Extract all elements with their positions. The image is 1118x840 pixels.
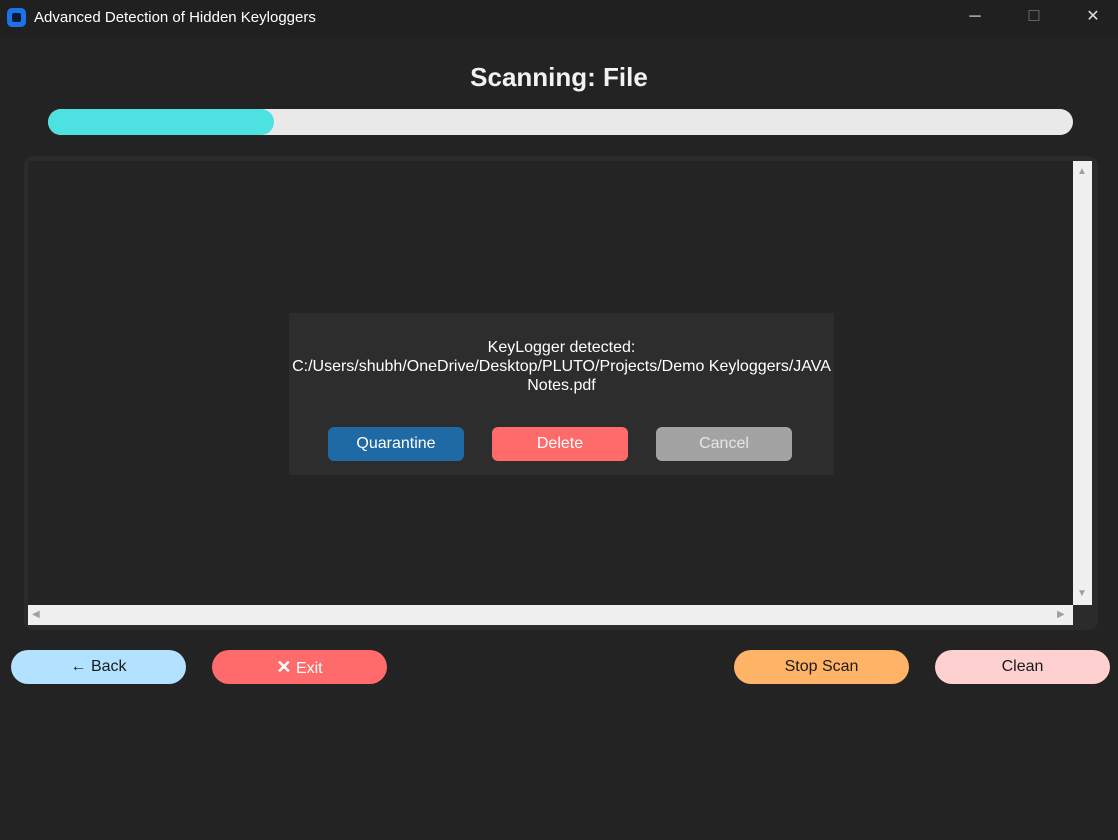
horizontal-scrollbar[interactable]: ◀ ▶	[28, 605, 1073, 625]
alert-message: KeyLogger detected: C:/Users/shubh/OneDr…	[289, 338, 834, 395]
exit-x-icon: ✕	[276, 657, 292, 677]
scroll-right-icon[interactable]: ▶	[1057, 609, 1065, 620]
scan-progress-bar	[48, 109, 1073, 135]
keylogger-alert-dialog: KeyLogger detected: C:/Users/shubh/OneDr…	[289, 313, 834, 475]
cancel-button[interactable]: Cancel	[656, 427, 792, 461]
delete-button[interactable]: Delete	[492, 427, 628, 461]
alert-file-name: Notes.pdf	[527, 377, 596, 394]
alert-file-path: C:/Users/shubh/OneDrive/Desktop/PLUTO/Pr…	[292, 358, 831, 375]
title-bar: Advanced Detection of Hidden Keyloggers …	[0, 0, 1118, 36]
progress-fill	[48, 109, 274, 135]
page-title: Scanning: File	[470, 62, 648, 92]
stop-scan-button[interactable]: Stop Scan	[734, 650, 909, 684]
minimize-icon[interactable]: ─	[946, 0, 1004, 36]
scroll-left-icon[interactable]: ◀	[32, 609, 40, 620]
app-icon	[7, 8, 26, 27]
exit-label: Exit	[295, 660, 323, 677]
exit-button[interactable]: ✕ Exit	[212, 650, 387, 684]
close-icon[interactable]: ✕	[1064, 0, 1118, 36]
clean-button[interactable]: Clean	[935, 650, 1110, 684]
scroll-up-icon[interactable]: ▲	[1077, 166, 1087, 177]
back-label: Back	[90, 658, 127, 675]
vertical-scrollbar[interactable]: ▲ ▼	[1073, 161, 1092, 605]
maximize-icon[interactable]: ☐	[1005, 0, 1063, 36]
alert-title: KeyLogger detected:	[487, 339, 636, 356]
quarantine-button[interactable]: Quarantine	[328, 427, 464, 461]
back-button[interactable]: ← Back	[11, 650, 186, 684]
scroll-down-icon[interactable]: ▼	[1077, 588, 1087, 599]
back-arrow-icon: ←	[70, 658, 87, 675]
window-title: Advanced Detection of Hidden Keyloggers	[34, 9, 316, 26]
